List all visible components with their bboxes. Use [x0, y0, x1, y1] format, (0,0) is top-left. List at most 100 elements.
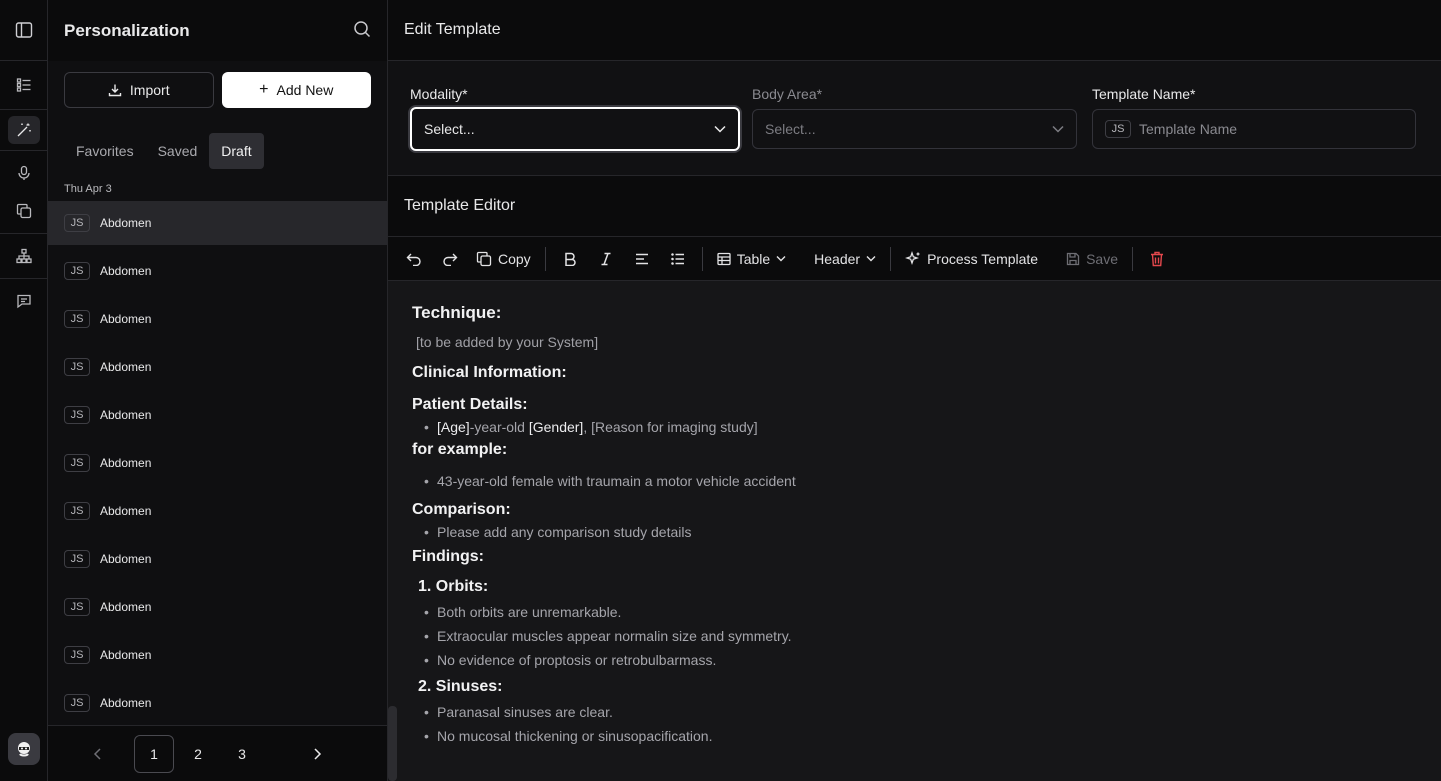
modality-select[interactable]: Select... — [410, 107, 740, 151]
sinuses-item: No mucosal thickening or sinusopacificat… — [412, 724, 1417, 748]
modality-value: Select... — [424, 121, 475, 137]
template-name-input[interactable]: JS Template Name — [1092, 109, 1416, 149]
redo-icon[interactable] — [434, 243, 466, 275]
author-badge: JS — [64, 550, 90, 568]
undo-icon[interactable] — [398, 243, 430, 275]
list-item[interactable]: JS Abdomen — [48, 345, 387, 389]
save-icon — [1066, 252, 1080, 265]
body-area-value: Select... — [765, 121, 816, 137]
add-new-button[interactable]: + Add New — [221, 72, 371, 108]
list-item-label: Abdomen — [100, 504, 152, 518]
page-title: Edit Template — [404, 21, 501, 38]
list-item-label: Abdomen — [100, 696, 152, 710]
template-document[interactable]: Technique: [to be added by your System] … — [388, 281, 1441, 781]
list-item[interactable]: JS Abdomen — [48, 585, 387, 629]
patient-heading: Patient Details: — [412, 396, 528, 413]
list-item[interactable]: JS Abdomen — [48, 201, 387, 245]
delete-trash-icon[interactable] — [1141, 243, 1173, 275]
italic-icon[interactable] — [590, 243, 622, 275]
bullet-list-icon[interactable] — [662, 243, 694, 275]
page-2-button[interactable]: 2 — [178, 735, 218, 773]
body-area-field: Body Area* Select... — [752, 86, 1077, 149]
list-item-label: Abdomen — [100, 408, 152, 422]
list-item-label: Abdomen — [100, 216, 152, 230]
author-badge: JS — [64, 262, 90, 280]
author-badge: JS — [64, 502, 90, 520]
list-item[interactable]: JS Abdomen — [48, 249, 387, 293]
age-placeholder: [Age] — [437, 419, 470, 435]
tab-saved[interactable]: Saved — [146, 133, 210, 169]
list-item-label: Abdomen — [100, 648, 152, 662]
technique-text: [to be added by your System] — [416, 334, 599, 350]
pagination: 1 2 3 — [48, 725, 387, 781]
next-page-icon[interactable] — [297, 735, 337, 773]
editor-title: Template Editor — [404, 197, 516, 214]
chevron-down-icon — [776, 256, 786, 262]
example-item: 43-year-old female with traumain a motor… — [412, 469, 1417, 493]
list-item[interactable]: JS Abdomen — [48, 633, 387, 677]
save-button[interactable]: Save — [1060, 243, 1124, 275]
comparison-item: Please add any comparison study details — [412, 520, 1417, 544]
align-left-icon[interactable] — [626, 243, 658, 275]
template-list: JS Abdomen JS Abdomen JS Abdomen JS Abdomen … — [48, 201, 387, 725]
tab-draft[interactable]: Draft — [209, 133, 264, 169]
orbits-heading: 1. Orbits: — [418, 578, 489, 595]
list-item[interactable]: JS Abdomen — [48, 393, 387, 437]
author-badge: JS — [64, 598, 90, 616]
header-dropdown[interactable]: Header — [808, 243, 882, 275]
plus-icon: + — [259, 81, 269, 98]
author-badge: JS — [64, 358, 90, 376]
page-1-button[interactable]: 1 — [134, 734, 174, 773]
user-avatar[interactable] — [8, 733, 40, 765]
modality-field: Modality* Select... — [410, 86, 740, 151]
body-area-select[interactable]: Select... — [752, 109, 1077, 149]
body-area-label: Body Area* — [752, 86, 823, 102]
reason-placeholder: , [Reason for imaging study] — [583, 419, 758, 435]
list-item[interactable]: JS Abdomen — [48, 489, 387, 533]
list-item[interactable]: JS Abdomen — [48, 297, 387, 341]
toolbar-divider — [1132, 246, 1134, 271]
template-name-placeholder: Template Name — [1139, 121, 1238, 137]
toolbar-divider — [890, 246, 892, 271]
personalization-wand-icon[interactable] — [7, 116, 40, 144]
header-label: Header — [814, 250, 861, 267]
date-group-label: Thu Apr 3 — [64, 183, 112, 195]
hierarchy-icon[interactable] — [8, 242, 40, 270]
search-icon[interactable] — [353, 20, 371, 41]
chevron-down-icon — [714, 125, 726, 133]
microphone-icon[interactable] — [8, 159, 40, 187]
list-item-label: Abdomen — [100, 600, 152, 614]
chevron-down-icon — [1052, 125, 1064, 133]
page-3-button[interactable]: 3 — [222, 735, 262, 773]
list-item-label: Abdomen — [100, 456, 152, 470]
sinuses-item: Paranasal sinuses are clear. — [412, 700, 1417, 724]
author-badge: JS — [1105, 120, 1131, 138]
process-template-button[interactable]: Process Template — [899, 243, 1044, 275]
templates-list-icon[interactable] — [8, 71, 40, 99]
author-badge: JS — [64, 406, 90, 424]
import-label: Import — [129, 82, 170, 98]
copy-pages-icon[interactable] — [8, 197, 40, 225]
sidebar-scrollbar[interactable] — [388, 706, 397, 781]
gender-placeholder: [Gender] — [528, 419, 584, 435]
sidebar-toggle-icon[interactable] — [8, 16, 40, 44]
author-badge: JS — [64, 454, 90, 472]
list-item[interactable]: JS Abdomen — [48, 537, 387, 581]
chat-icon[interactable] — [8, 287, 40, 315]
tab-favorites[interactable]: Favorites — [64, 133, 146, 169]
list-item[interactable]: JS Abdomen — [48, 441, 387, 485]
author-badge: JS — [64, 694, 90, 712]
import-button[interactable]: Import — [64, 72, 214, 108]
table-dropdown[interactable]: Table — [711, 243, 792, 275]
copy-button[interactable]: Copy — [470, 243, 537, 275]
patient-text: -year-old — [469, 419, 529, 435]
icon-rail — [0, 0, 48, 781]
list-item-label: Abdomen — [100, 264, 152, 278]
example-heading: for example: — [412, 441, 508, 458]
list-item-label: Abdomen — [100, 552, 152, 566]
copy-label: Copy — [498, 250, 531, 267]
bold-icon[interactable] — [554, 243, 586, 275]
prev-page-icon[interactable] — [78, 735, 118, 773]
list-item[interactable]: JS Abdomen — [48, 681, 387, 725]
orbits-item: Extraocular muscles appear normalin size… — [412, 624, 1417, 648]
